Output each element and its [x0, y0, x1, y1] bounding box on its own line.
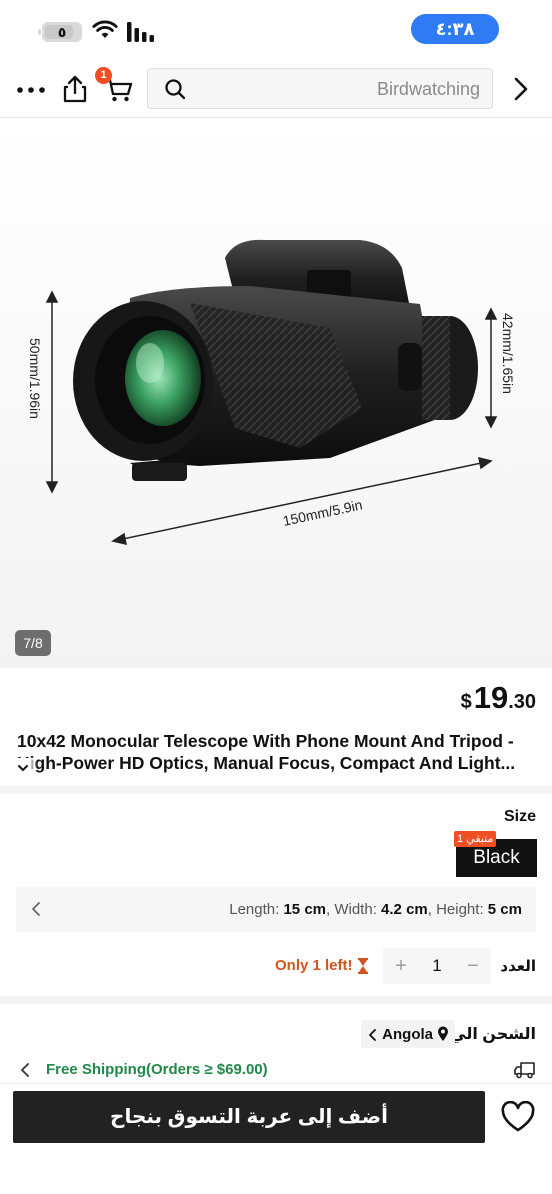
product-title-line-1: 10x42 Monocular Telescope With Phone Mou…: [17, 731, 514, 751]
search-placeholder: Birdwatching: [376, 79, 480, 99]
section-divider: [0, 996, 552, 1004]
stock-tag: متبقي 1: [454, 831, 497, 847]
price-decimal: .30: [508, 691, 536, 713]
increment-button[interactable]: +: [385, 948, 417, 984]
chevron-right-icon[interactable]: [510, 76, 532, 102]
top-nav: 1 Birdwatching: [0, 62, 552, 118]
product-title-line-2: High-Power HD Optics, Manual Focus, Comp…: [17, 753, 516, 773]
section-divider: [0, 786, 552, 794]
search-bar[interactable]: Birdwatching: [147, 68, 493, 109]
decrement-button[interactable]: −: [457, 948, 489, 984]
dimension-eyepiece-label: 42mm/1.65in: [500, 313, 516, 394]
price-integer: 19: [473, 680, 509, 715]
more-icon[interactable]: [16, 80, 46, 100]
quantity-label: العدد: [500, 958, 536, 975]
chevron-down-icon: [18, 765, 28, 771]
chevron-left-icon: [21, 1063, 29, 1077]
country-selector[interactable]: Angola: [361, 1020, 455, 1048]
wifi-icon: [92, 20, 118, 38]
chevron-left-icon: [32, 902, 40, 916]
dimensions-text: Length: 15 cm, Width: 4.2 cm, Height: 5 …: [229, 901, 522, 918]
truck-icon: [514, 1062, 535, 1079]
product-image: 50mm/1.96in 42mm/1.65in 150mm/5.9in: [27, 239, 516, 545]
share-icon[interactable]: [60, 74, 90, 104]
status-bar: ٥ ٤:٣٨: [0, 0, 552, 62]
quantity-value[interactable]: 1: [419, 948, 455, 984]
location-pin-icon: [438, 1026, 448, 1041]
signal-icon: [127, 22, 154, 42]
expand-title-button[interactable]: [16, 758, 38, 778]
price-currency: $: [460, 691, 472, 713]
chevron-left-icon: [369, 1029, 376, 1041]
search-icon[interactable]: [164, 78, 186, 100]
free-shipping-row[interactable]: Free Shipping(Orders ≥ $69.00): [16, 1058, 536, 1082]
hourglass-icon: [357, 957, 368, 974]
product-price: $ 19 .30: [461, 680, 536, 716]
cart-count-badge: 1: [95, 67, 112, 84]
dimension-length-label: 150mm/5.9in: [281, 496, 363, 528]
image-counter: 7/8: [15, 630, 51, 656]
low-stock-notice: Only 1 left!: [275, 957, 370, 974]
free-shipping-text: Free Shipping(Orders ≥ $69.00): [46, 1061, 268, 1078]
dimension-height-label: 50mm/1.96in: [27, 338, 43, 419]
dimensions-row[interactable]: Length: 15 cm, Width: 4.2 cm, Height: 5 …: [16, 887, 536, 932]
low-stock-text: Only 1 left!: [275, 957, 353, 974]
clock: ٤:٣٨: [411, 14, 499, 44]
size-label: Size: [503, 808, 536, 825]
country-name: Angola: [382, 1025, 433, 1043]
shipping-to-label: الشحن الي: [450, 1026, 536, 1043]
battery-level: ٥: [57, 24, 67, 40]
product-image-gallery[interactable]: 50mm/1.96in 42mm/1.65in 150mm/5.9in 7/8: [0, 118, 552, 668]
add-to-cart-button[interactable]: أضف إلى عربة التسوق بنجاح: [13, 1091, 485, 1143]
bottom-action-bar: أضف إلى عربة التسوق بنجاح: [0, 1083, 552, 1194]
product-title[interactable]: 10x42 Monocular Telescope With Phone Mou…: [17, 730, 539, 774]
battery-icon: ٥: [38, 22, 82, 42]
heart-icon[interactable]: [500, 1101, 536, 1133]
quantity-stepper: + 1 −: [383, 948, 491, 984]
